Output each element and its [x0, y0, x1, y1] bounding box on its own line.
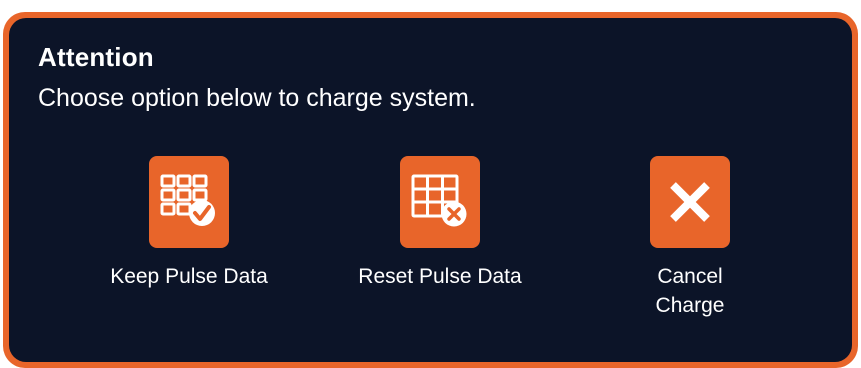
keep-pulse-data-button[interactable]: Keep Pulse Data	[79, 156, 299, 291]
reset-pulse-data-icon-button[interactable]	[400, 156, 480, 248]
dialog-message: Choose option below to charge system.	[38, 84, 476, 112]
dialog-body: Attention Choose option below to charge …	[9, 18, 852, 362]
close-icon	[670, 182, 710, 222]
grid-check-icon	[160, 174, 215, 226]
cancel-charge-icon-button[interactable]	[650, 156, 730, 248]
keep-pulse-data-icon-button[interactable]	[149, 156, 229, 248]
reset-pulse-data-label: Reset Pulse Data	[358, 265, 522, 288]
cancel-charge-label: Cancel Charge	[655, 265, 725, 317]
keep-pulse-data-label: Keep Pulse Data	[110, 265, 268, 288]
attention-dialog: Attention Choose option below to charge …	[3, 12, 858, 368]
cancel-charge-button[interactable]: Cancel Charge	[580, 156, 800, 320]
dialog-title: Attention	[38, 42, 154, 72]
reset-pulse-data-button[interactable]: Reset Pulse Data	[330, 156, 550, 291]
grid-x-icon	[411, 174, 467, 227]
